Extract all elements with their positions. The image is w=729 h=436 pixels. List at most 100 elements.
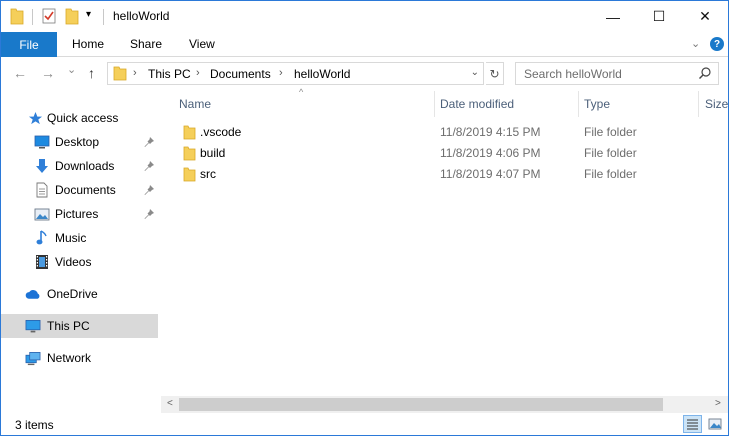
navigation-pane: Quick access Desktop Downloads Documents… [1, 91, 160, 413]
file-type: File folder [584, 146, 637, 160]
recent-locations-button[interactable]: ⌄ [67, 63, 76, 76]
file-name: build [200, 146, 226, 160]
documents-icon [34, 182, 50, 198]
sidebar-item-music[interactable]: Music [1, 226, 158, 250]
search-icon[interactable] [698, 66, 712, 80]
star-icon [27, 110, 43, 126]
sidebar-item-label: Downloads [55, 159, 115, 173]
file-name: src [200, 167, 216, 181]
folder-icon [183, 146, 196, 164]
pin-icon[interactable] [143, 184, 155, 196]
large-icons-view-icon[interactable] [705, 415, 724, 433]
file-type: File folder [584, 167, 637, 181]
folder-icon [183, 125, 196, 143]
sidebar-item-label: Music [55, 231, 87, 245]
sidebar-item-pictures[interactable]: Pictures [1, 202, 158, 226]
sidebar-item-label: Documents [55, 183, 116, 197]
close-button[interactable]: ✕ [682, 1, 728, 32]
sidebar-item-label: Network [47, 351, 92, 365]
column-header-type[interactable]: Type [584, 97, 610, 111]
status-bar: 3 items [1, 413, 728, 435]
folder-icon [183, 167, 196, 185]
scroll-right-button[interactable]: > [715, 398, 721, 409]
desktop-icon [34, 134, 50, 150]
details-view-icon[interactable] [683, 415, 702, 433]
title-bar: ▾ helloWorld — ☐ ✕ [1, 1, 728, 32]
column-divider[interactable] [578, 91, 579, 117]
minimize-button[interactable]: — [590, 1, 636, 32]
sidebar-item-videos[interactable]: Videos [1, 250, 158, 274]
sidebar-item-downloads[interactable]: Downloads [1, 154, 158, 178]
tab-file[interactable]: File [1, 32, 57, 57]
file-explorer-window: ▾ helloWorld — ☐ ✕ File Home Share View … [0, 0, 729, 436]
file-date-modified: 11/8/2019 4:07 PM [440, 167, 541, 181]
column-header-date-modified[interactable]: Date modified [440, 97, 514, 111]
file-list: ^ Name Date modified Type Size .vscode 1… [161, 87, 728, 413]
scrollbar-thumb[interactable] [179, 398, 663, 411]
window-title: helloWorld [113, 9, 170, 23]
breadcrumb-documents[interactable]: Documents [210, 67, 271, 81]
tab-view[interactable]: View [189, 37, 215, 51]
address-bar[interactable]: › This PC › Documents › helloWorld ⌄ [107, 62, 484, 85]
sidebar-item-network[interactable]: Network [1, 346, 158, 370]
sidebar-item-documents[interactable]: Documents [1, 178, 158, 202]
sidebar-item-label: OneDrive [47, 287, 98, 301]
forward-button[interactable]: → [41, 65, 55, 81]
search-placeholder: Search helloWorld [524, 67, 622, 81]
breadcrumb-separator[interactable]: › [279, 67, 283, 79]
help-icon[interactable]: ? [710, 37, 724, 51]
video-film-icon [34, 254, 50, 270]
ribbon-tabs: File Home Share View ⌄ ? [1, 32, 728, 57]
navigation-bar: ← → ⌄ ↑ › This PC › Documents › helloWor… [1, 57, 728, 91]
sidebar-item-label: Desktop [55, 135, 100, 149]
file-name: .vscode [200, 125, 242, 139]
file-type: File folder [584, 125, 637, 139]
music-note-icon [34, 230, 50, 246]
folder-icon [113, 66, 127, 84]
download-arrow-icon [34, 158, 50, 174]
sidebar-item-onedrive[interactable]: OneDrive [1, 282, 158, 306]
sidebar-item-label: This PC [47, 319, 90, 333]
table-row[interactable]: src 11/8/2019 4:07 PM File folder [177, 164, 717, 185]
pin-icon[interactable] [143, 136, 155, 148]
table-row[interactable]: .vscode 11/8/2019 4:15 PM File folder [177, 122, 717, 143]
up-button[interactable]: ↑ [88, 65, 95, 81]
column-divider[interactable] [434, 91, 435, 117]
refresh-button[interactable]: ↻ [486, 62, 504, 85]
back-button[interactable]: ← [13, 65, 27, 81]
breadcrumb-separator[interactable]: › [133, 67, 137, 79]
column-header-size[interactable]: Size [705, 97, 728, 111]
column-header-name[interactable]: Name [179, 97, 211, 111]
sidebar-item-desktop[interactable]: Desktop [1, 130, 158, 154]
toolbar-separator [32, 9, 33, 25]
pin-icon[interactable] [143, 208, 155, 220]
sidebar-item-this-pc[interactable]: This PC [1, 314, 158, 338]
scroll-left-button[interactable]: < [167, 398, 173, 409]
breadcrumb-separator[interactable]: › [196, 67, 200, 79]
breadcrumb-helloworld[interactable]: helloWorld [294, 67, 350, 81]
sidebar-item-label: Quick access [47, 111, 119, 125]
title-separator [103, 9, 104, 25]
breadcrumb-this-pc[interactable]: This PC [148, 67, 191, 81]
tab-share[interactable]: Share [130, 37, 162, 51]
item-count: 3 items [15, 418, 54, 432]
sidebar-item-quick-access[interactable]: Quick access [1, 106, 158, 130]
computer-icon [25, 318, 41, 334]
folder-icon [10, 7, 24, 28]
expand-ribbon-icon[interactable]: ⌄ [691, 37, 700, 50]
search-input[interactable]: Search helloWorld [515, 62, 719, 85]
file-date-modified: 11/8/2019 4:06 PM [440, 146, 541, 160]
tab-home[interactable]: Home [72, 37, 104, 51]
new-folder-icon[interactable] [65, 7, 79, 28]
sidebar-item-label: Pictures [55, 207, 99, 221]
column-divider[interactable] [698, 91, 699, 117]
sort-ascending-icon: ^ [299, 87, 304, 97]
address-dropdown-icon[interactable]: ⌄ [471, 67, 479, 78]
pin-icon[interactable] [143, 160, 155, 172]
cloud-icon [25, 286, 41, 302]
table-row[interactable]: build 11/8/2019 4:06 PM File folder [177, 143, 717, 164]
customize-dropdown-icon[interactable]: ▾ [86, 9, 91, 20]
maximize-button[interactable]: ☐ [636, 1, 682, 32]
properties-checkmark-icon[interactable] [42, 7, 56, 28]
horizontal-scrollbar[interactable]: < > [161, 396, 728, 413]
